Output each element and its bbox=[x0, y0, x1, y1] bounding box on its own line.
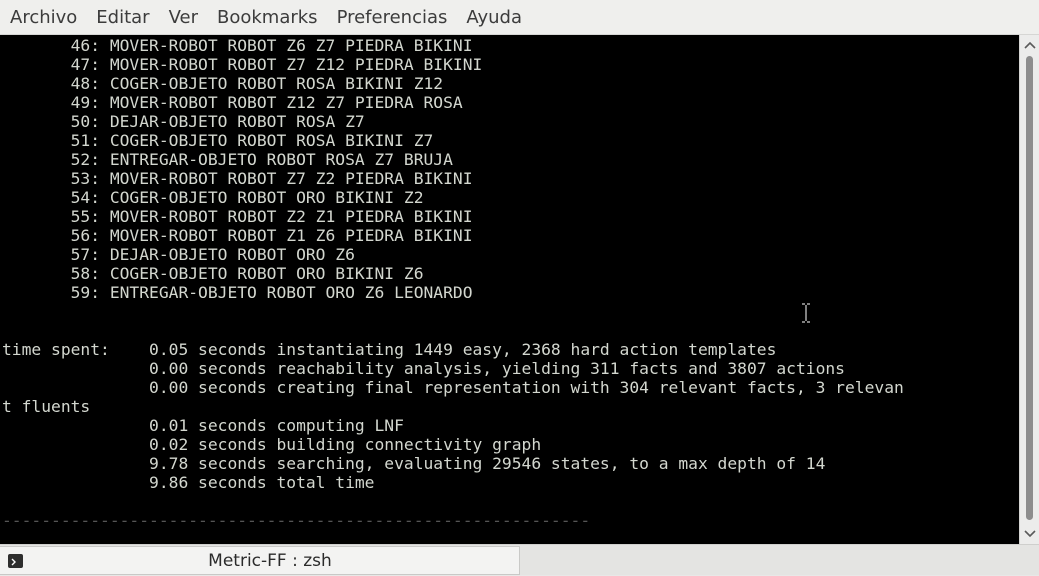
menu-ver[interactable]: Ver bbox=[159, 0, 207, 35]
terminal-line: 46: MOVER-ROBOT ROBOT Z6 Z7 PIEDRA BIKIN… bbox=[2, 36, 473, 55]
terminal-line: 9.86 seconds total time bbox=[2, 473, 375, 492]
terminal-line: 49: MOVER-ROBOT ROBOT Z12 Z7 PIEDRA ROSA bbox=[2, 93, 463, 112]
terminal-line: 52: ENTREGAR-OBJETO ROBOT ROSA Z7 BRUJA bbox=[2, 150, 453, 169]
text-cursor-ibeam-icon bbox=[802, 303, 810, 323]
terminal-line: 59: ENTREGAR-OBJETO ROBOT ORO Z6 LEONARD… bbox=[2, 283, 473, 302]
terminal-line: 48: COGER-OBJETO ROBOT ROSA BIKINI Z12 bbox=[2, 74, 444, 93]
terminal-line: 0.00 seconds creating final representati… bbox=[2, 378, 904, 397]
terminal-lines: 46: MOVER-ROBOT ROBOT Z6 Z7 PIEDRA BIKIN… bbox=[2, 36, 904, 530]
terminal-line: 56: MOVER-ROBOT ROBOT Z1 Z6 PIEDRA BIKIN… bbox=[2, 226, 473, 245]
terminal-line: 0.01 seconds computing LNF bbox=[2, 416, 404, 435]
terminal-line: 51: COGER-OBJETO ROBOT ROSA BIKINI Z7 bbox=[2, 131, 434, 150]
tab-label: Metric-FF : zsh bbox=[208, 551, 332, 571]
terminal-line: 57: DEJAR-OBJETO ROBOT ORO Z6 bbox=[2, 245, 355, 264]
terminal-output[interactable]: 46: MOVER-ROBOT ROBOT Z6 Z7 PIEDRA BIKIN… bbox=[0, 35, 1019, 544]
menu-bookmarks[interactable]: Bookmarks bbox=[207, 0, 327, 35]
tab-metric-ff[interactable]: Metric-FF : zsh bbox=[0, 546, 520, 575]
terminal-line: 53: MOVER-ROBOT ROBOT Z7 Z2 PIEDRA BIKIN… bbox=[2, 169, 473, 188]
scroll-up-arrow-icon[interactable] bbox=[1023, 39, 1037, 51]
menu-bar: Archivo Editar Ver Bookmarks Preferencia… bbox=[0, 0, 1039, 35]
terminal-line: 9.78 seconds searching, evaluating 29546… bbox=[2, 454, 826, 473]
scrollbar-thumb[interactable] bbox=[1026, 56, 1033, 520]
menu-preferencias[interactable]: Preferencias bbox=[327, 0, 457, 35]
terminal-line: 47: MOVER-ROBOT ROBOT Z7 Z12 PIEDRA BIKI… bbox=[2, 55, 483, 74]
terminal-line: time spent: 0.05 seconds instantiating 1… bbox=[2, 340, 777, 359]
terminal-line: 50: DEJAR-OBJETO ROBOT ROSA Z7 bbox=[2, 112, 365, 131]
terminal-line: 54: COGER-OBJETO ROBOT ORO BIKINI Z2 bbox=[2, 188, 424, 207]
menu-editar[interactable]: Editar bbox=[86, 0, 158, 35]
terminal-line: t fluents bbox=[2, 397, 91, 416]
terminal-dash-line: ----------------------------------------… bbox=[2, 511, 591, 530]
vertical-scrollbar[interactable] bbox=[1019, 35, 1039, 544]
terminal-line: 0.00 seconds reachability analysis, yiel… bbox=[2, 359, 845, 378]
menu-ayuda[interactable]: Ayuda bbox=[456, 0, 531, 35]
scroll-down-arrow-icon[interactable] bbox=[1023, 528, 1037, 540]
terminal-line: 58: COGER-OBJETO ROBOT ORO BIKINI Z6 bbox=[2, 264, 424, 283]
terminal-line: 55: MOVER-ROBOT ROBOT Z2 Z1 PIEDRA BIKIN… bbox=[2, 207, 473, 226]
tab-bar: Metric-FF : zsh bbox=[0, 544, 1039, 575]
terminal-line: 0.02 seconds building connectivity graph bbox=[2, 435, 542, 454]
menu-archivo[interactable]: Archivo bbox=[0, 0, 86, 35]
